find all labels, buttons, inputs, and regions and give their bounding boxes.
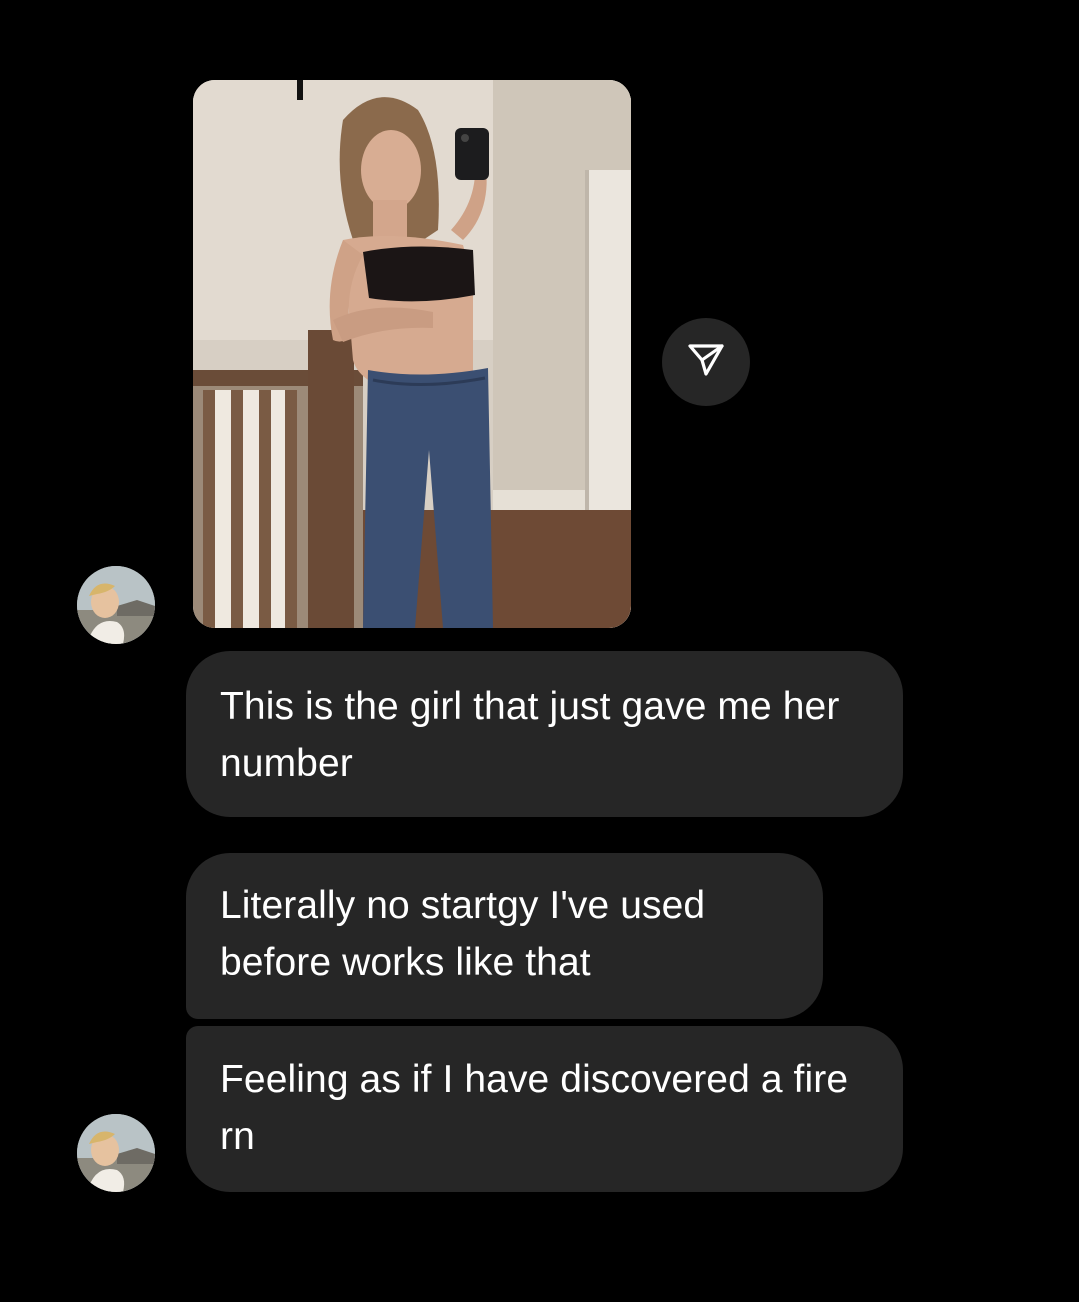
avatar[interactable] — [77, 1114, 155, 1192]
message-text: Literally no startgy I've used before wo… — [220, 884, 706, 984]
message-bubble[interactable]: This is the girl that just gave me her n… — [186, 651, 903, 817]
share-button[interactable] — [662, 318, 750, 406]
chat-thread: This is the girl that just gave me her n… — [0, 0, 1079, 1302]
message-bubble[interactable]: Feeling as if I have discovered a fire r… — [186, 1026, 903, 1192]
shared-photo[interactable] — [193, 80, 631, 628]
message-bubble[interactable]: Literally no startgy I've used before wo… — [186, 853, 823, 1019]
message-text: This is the girl that just gave me her n… — [220, 685, 840, 785]
paper-plane-icon — [686, 340, 726, 385]
message-text: Feeling as if I have discovered a fire r… — [220, 1058, 849, 1158]
avatar[interactable] — [77, 566, 155, 644]
